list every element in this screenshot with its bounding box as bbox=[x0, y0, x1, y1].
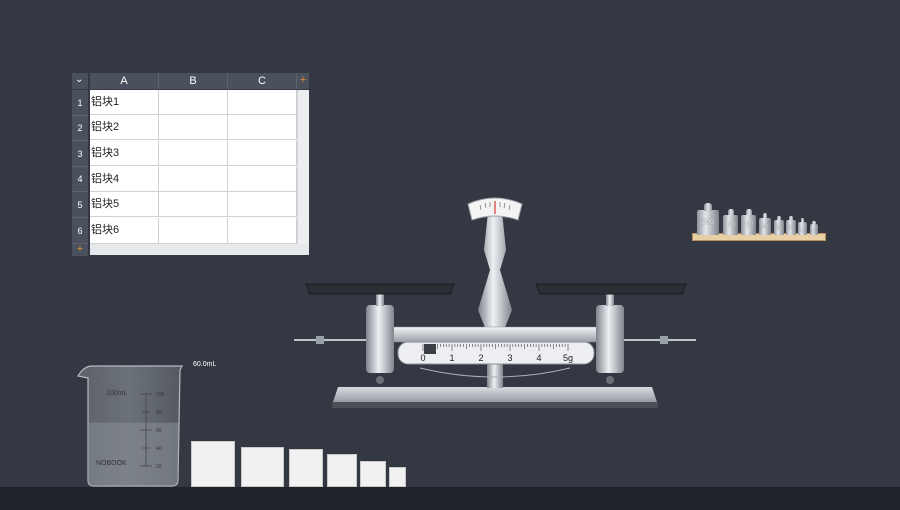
right-pillar bbox=[596, 305, 624, 373]
table-collapse-button[interactable]: ⌄ bbox=[72, 73, 88, 89]
scale-label-0: 0 bbox=[420, 353, 425, 363]
balance-pointer bbox=[478, 212, 512, 330]
weight-label: 100 bbox=[743, 222, 754, 228]
beam-balance[interactable]: 0 1 2 3 4 5g bbox=[290, 190, 700, 415]
right-adjust-nut[interactable] bbox=[660, 336, 668, 344]
aluminum-block-6[interactable] bbox=[389, 467, 406, 487]
table-cell[interactable] bbox=[228, 90, 297, 115]
left-pan[interactable] bbox=[305, 283, 455, 295]
weight-label: 100 bbox=[725, 222, 736, 228]
beaker-tick-60: 60 bbox=[156, 428, 162, 434]
table-cell[interactable]: 铝块2 bbox=[90, 115, 159, 140]
table-cell[interactable] bbox=[228, 141, 297, 166]
table-cell[interactable] bbox=[159, 192, 228, 217]
left-pillar bbox=[366, 305, 394, 373]
weight-label: 10 bbox=[800, 226, 805, 232]
weight-10g[interactable]: 10 bbox=[798, 218, 807, 235]
weight-label: 200 bbox=[702, 218, 714, 226]
scale-label-3: 3 bbox=[507, 353, 512, 363]
data-table: ⌄ A B C + 1 2 3 4 5 6 铝块1 铝块2 铝块3 铝块4 铝块… bbox=[72, 73, 309, 256]
column-header-a[interactable]: A bbox=[90, 73, 159, 89]
table-cell[interactable] bbox=[159, 218, 228, 244]
aluminum-block-4[interactable] bbox=[327, 454, 357, 487]
scale-label-2: 2 bbox=[478, 353, 483, 363]
balance-base-shadow bbox=[332, 402, 658, 408]
beaker-tick-40: 40 bbox=[156, 446, 162, 452]
beaker-tick-80: 80 bbox=[156, 410, 162, 416]
aluminum-block-3[interactable] bbox=[289, 449, 323, 487]
weight-label: 50 bbox=[762, 223, 768, 230]
table-cell[interactable] bbox=[159, 115, 228, 140]
scale-label-4: 4 bbox=[536, 353, 541, 363]
aluminum-block-5[interactable] bbox=[360, 461, 386, 487]
chevron-down-icon: ⌄ bbox=[75, 74, 84, 85]
table-cell[interactable] bbox=[228, 167, 297, 192]
scale-label-1: 1 bbox=[449, 353, 454, 363]
scale-label-5: 5g bbox=[563, 353, 573, 363]
table-cell[interactable] bbox=[159, 167, 228, 192]
weight-50g[interactable]: 50 bbox=[759, 212, 771, 235]
aluminum-block-1[interactable] bbox=[191, 441, 235, 487]
right-pan[interactable] bbox=[535, 283, 687, 295]
weight-20g[interactable]: 20 bbox=[774, 215, 784, 235]
beaker-volume-readout: 60.0mL bbox=[193, 361, 217, 368]
weight-label: 20 bbox=[788, 225, 794, 232]
beaker-brand: NOBOOK bbox=[96, 460, 127, 467]
weight-5g[interactable]: 5 bbox=[810, 220, 818, 235]
beaker[interactable]: 100 80 60 40 20 100mL NOBOOK bbox=[74, 360, 186, 488]
rider[interactable] bbox=[424, 344, 436, 354]
table-cell[interactable] bbox=[159, 90, 228, 115]
beaker-tick-20: 20 bbox=[156, 464, 162, 470]
left-adjust-nut[interactable] bbox=[316, 336, 324, 344]
table-cell[interactable] bbox=[228, 115, 297, 140]
table-cell[interactable] bbox=[228, 192, 297, 217]
column-header-b[interactable]: B bbox=[159, 73, 228, 89]
weight-box: 200 100 100 50 20 20 10 5 bbox=[692, 202, 826, 242]
row-header[interactable]: 4 bbox=[72, 167, 88, 192]
table-cell[interactable]: 铝块3 bbox=[90, 141, 159, 166]
table-cell[interactable]: 铝块4 bbox=[90, 167, 159, 192]
add-row-button[interactable]: + bbox=[72, 244, 88, 256]
add-column-button[interactable]: + bbox=[297, 73, 309, 89]
beaker-volume-label: 100mL bbox=[106, 390, 128, 397]
weight-label: 20 bbox=[776, 225, 782, 232]
table-cell[interactable] bbox=[228, 218, 297, 244]
table-cell[interactable]: 铝块1 bbox=[90, 90, 159, 115]
table-surface bbox=[0, 487, 900, 510]
left-foot bbox=[376, 376, 384, 384]
table-horizontal-scrollbar[interactable] bbox=[90, 244, 309, 255]
weight-20g[interactable]: 20 bbox=[786, 215, 796, 235]
weight-100g[interactable]: 100 bbox=[741, 209, 756, 235]
row-header[interactable]: 5 bbox=[72, 192, 88, 218]
table-cell[interactable]: 铝块5 bbox=[90, 192, 159, 217]
row-header[interactable]: 1 bbox=[72, 90, 88, 116]
beaker-water bbox=[88, 422, 179, 486]
weight-100g[interactable]: 100 bbox=[723, 209, 738, 235]
beaker-tick-100: 100 bbox=[156, 392, 165, 398]
aluminum-block-2[interactable] bbox=[241, 447, 284, 487]
weight-200g[interactable]: 200 bbox=[697, 202, 719, 235]
table-cell[interactable]: 铝块6 bbox=[90, 218, 159, 244]
row-header[interactable]: 3 bbox=[72, 141, 88, 167]
column-header-c[interactable]: C bbox=[228, 73, 297, 89]
row-header[interactable]: 6 bbox=[72, 218, 88, 244]
weight-label: 5 bbox=[812, 227, 816, 233]
row-header[interactable]: 2 bbox=[72, 116, 88, 141]
table-cell[interactable] bbox=[159, 141, 228, 166]
right-foot bbox=[606, 376, 614, 384]
balance-beam bbox=[379, 326, 611, 343]
table-grid: 铝块1 铝块2 铝块3 铝块4 铝块5 铝块6 bbox=[90, 90, 297, 244]
